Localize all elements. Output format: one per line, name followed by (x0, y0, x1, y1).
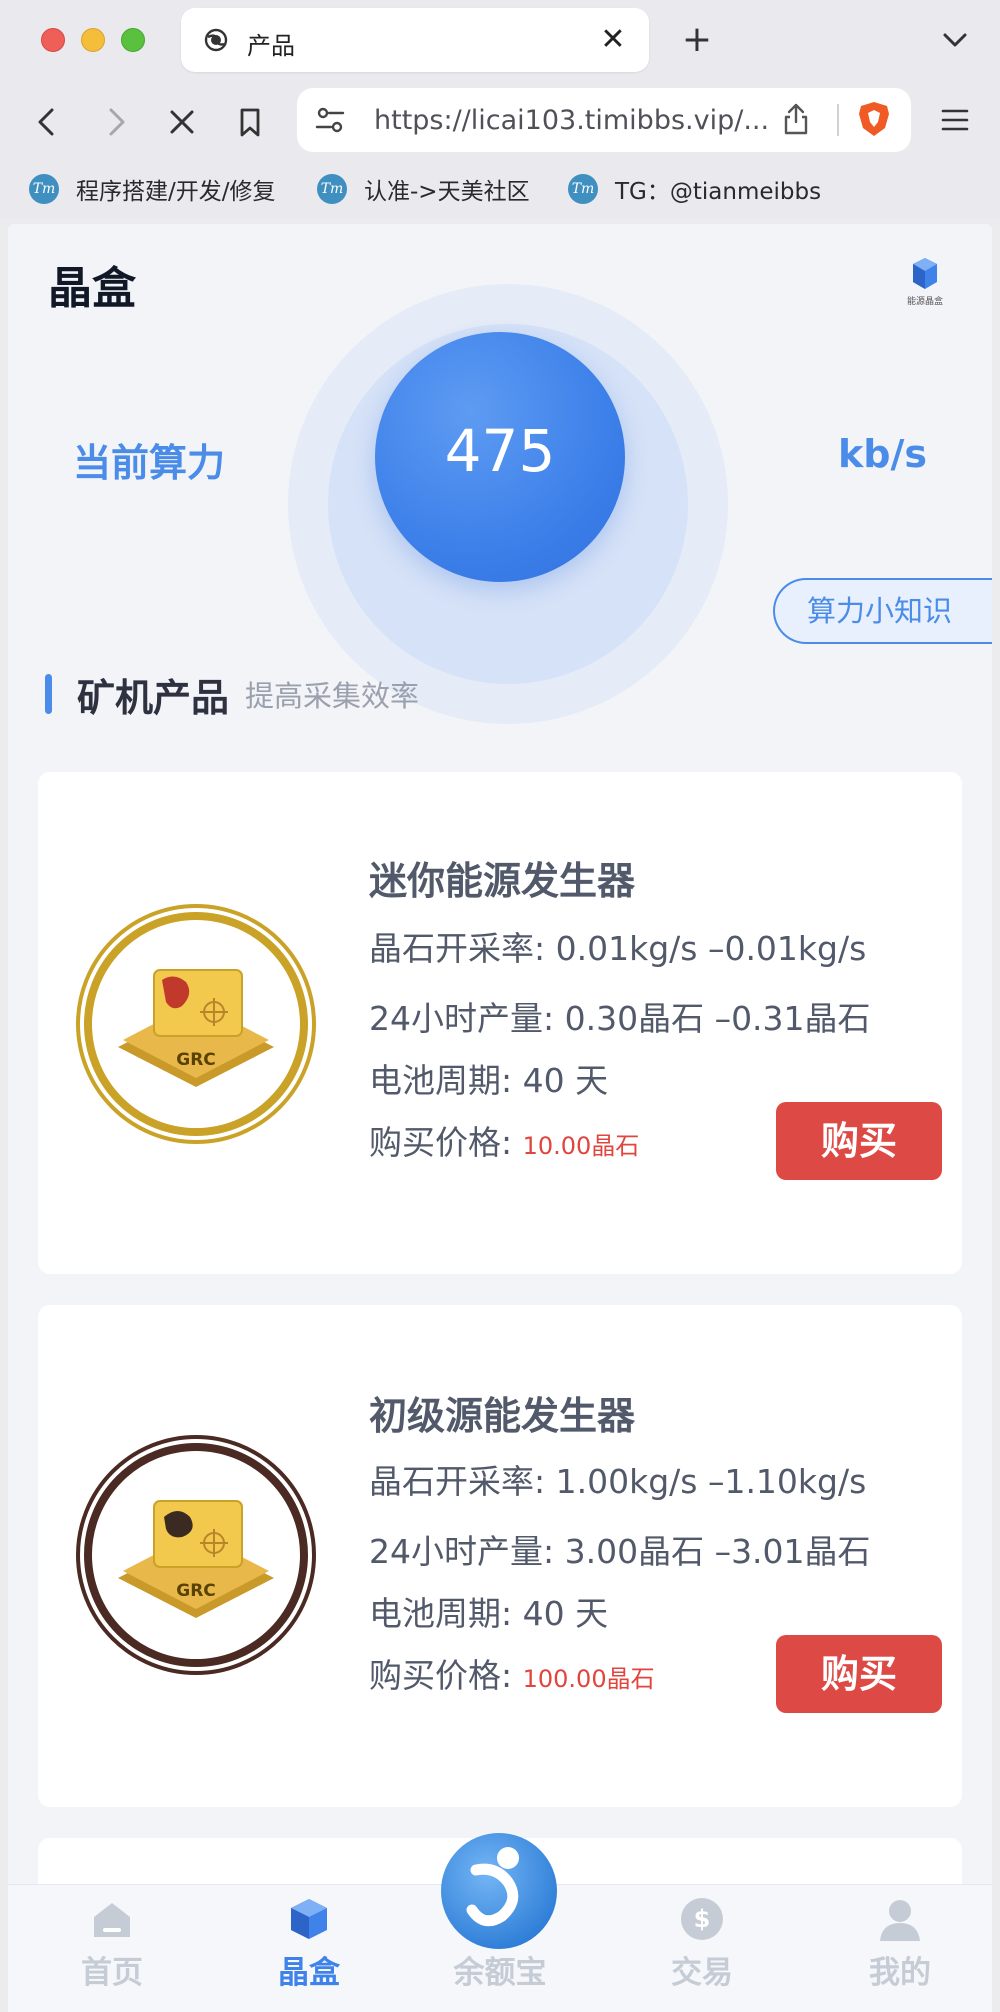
nav-trade[interactable]: $ 交易 (622, 1895, 782, 2005)
product-card: GRC 初级源能发生器 晶石开采率: 1.00kg/s –1.10kg/s 24… (38, 1305, 962, 1807)
daily-output: 24小时产量: 3.00晶石 –3.01晶石 (369, 1532, 871, 1571)
section-accent-bar (45, 674, 52, 714)
nav-label: 晶盒 (278, 1955, 340, 1991)
battery-cycle: 电池周期: 40 天 (369, 1061, 609, 1100)
tab-bar: 产品 ✕ + (0, 0, 1000, 80)
daily-output: 24小时产量: 0.30晶石 –0.31晶石 (369, 999, 871, 1038)
url-text[interactable]: https://licai103.timibbs.vip/... (374, 105, 774, 136)
mining-rate: 晶石开采率: 0.01kg/s –0.01kg/s (369, 929, 867, 968)
home-icon (94, 1903, 130, 1937)
bookmark-label: 程序搭建/开发/修复 (76, 179, 276, 205)
new-tab-button[interactable]: + (677, 18, 717, 62)
stop-loading-icon[interactable] (162, 102, 202, 142)
zoom-window-button[interactable] (121, 28, 145, 52)
power-value: 475 (444, 417, 556, 485)
wallet-logo-icon[interactable] (438, 1830, 560, 1952)
tm-logo-icon: Tm (317, 174, 347, 204)
bookmarks-bar: Tm 程序搭建/开发/修复 Tm 认准->天美社区 Tm TG：@tianmei… (0, 162, 1000, 218)
brave-shield-icon[interactable] (857, 100, 891, 138)
divider (837, 104, 839, 136)
price-value: 10.00晶石 (522, 1132, 640, 1160)
forward-icon[interactable] (95, 102, 135, 142)
hamburger-menu-icon[interactable] (940, 106, 970, 134)
page-title: 晶盒 (48, 263, 136, 314)
nav-label: 交易 (671, 1955, 733, 1991)
power-unit: kb/s (838, 432, 927, 476)
bookmark-item-3[interactable]: Tm TG：@tianmeibbs (568, 172, 821, 206)
nav-label: 我的 (869, 1955, 931, 1991)
browser-window: 产品 ✕ + https://licai103.timibbs.vip/... … (0, 0, 1000, 2012)
buy-button[interactable]: 购买 (776, 1102, 942, 1180)
power-knowledge-button[interactable]: 算力小知识 (773, 578, 992, 644)
tm-logo-icon: Tm (29, 174, 59, 204)
tm-logo-icon: Tm (568, 174, 598, 204)
toolbar: https://licai103.timibbs.vip/... (0, 80, 1000, 162)
section-header: 矿机产品 提高采集效率 (45, 670, 420, 720)
price-label: 购买价格: (369, 1656, 523, 1695)
bookmark-item-2[interactable]: Tm 认准->天美社区 (317, 172, 530, 206)
bookmark-label: 认准->天美社区 (364, 179, 530, 205)
grc-badge-icon: GRC (76, 1435, 316, 1675)
dollar-icon: $ (681, 1898, 723, 1940)
nav-label: 首页 (81, 1955, 143, 1991)
nav-home[interactable]: 首页 (32, 1895, 192, 2005)
minimize-window-button[interactable] (81, 28, 105, 52)
price-row: 购买价格: 10.00晶石 (369, 1116, 639, 1164)
cube-logo-icon (913, 258, 937, 289)
tab-title: 产品 (247, 32, 295, 60)
badge-text: GRC (176, 1581, 216, 1601)
product-name: 初级源能发生器 (369, 1394, 636, 1438)
bookmark-label: TG：@tianmeibbs (615, 179, 822, 205)
share-icon[interactable] (781, 102, 811, 136)
logo-text: 能源晶盒 (906, 297, 943, 307)
tab-product[interactable]: 产品 ✕ (181, 8, 649, 72)
battery-cycle: 电池周期: 40 天 (369, 1594, 609, 1633)
price-row: 购买价格: 100.00晶石 (369, 1649, 655, 1697)
price-value: 100.00晶石 (522, 1665, 655, 1693)
product-name: 迷你能源发生器 (369, 859, 636, 903)
tab-close-icon[interactable]: ✕ (593, 20, 633, 60)
user-icon (880, 1900, 920, 1941)
address-bar[interactable]: https://licai103.timibbs.vip/... (297, 88, 911, 152)
cube-icon (291, 1899, 327, 1939)
nav-label: 余额宝 (453, 1955, 547, 1991)
mining-rate: 晶石开采率: 1.00kg/s –1.10kg/s (369, 1462, 867, 1501)
badge-text: GRC (176, 1050, 216, 1070)
svg-text:$: $ (694, 1905, 711, 1933)
grc-badge-icon: GRC (76, 904, 316, 1144)
close-window-button[interactable] (41, 28, 65, 52)
section-title: 矿机产品 (77, 675, 230, 720)
power-label: 当前算力 (73, 441, 226, 485)
price-label: 购买价格: (369, 1123, 523, 1162)
loading-globe-icon (204, 28, 228, 52)
section-subtitle: 提高采集效率 (245, 679, 420, 713)
bookmark-icon[interactable] (230, 102, 270, 142)
chevron-down-icon[interactable] (939, 22, 971, 58)
nav-crystal-box[interactable]: 晶盒 (229, 1895, 389, 2005)
site-settings-icon[interactable] (315, 106, 345, 134)
bookmark-item-1[interactable]: Tm 程序搭建/开发/修复 (29, 172, 276, 206)
power-orb: 475 (375, 332, 625, 582)
back-icon[interactable] (28, 102, 68, 142)
buy-button[interactable]: 购买 (776, 1635, 942, 1713)
page-content: 晶盒 能源晶盒 当前算力 475 kb/s 算力小知识 矿机产品 提高采集效率 (8, 224, 992, 2012)
product-card: GRC 迷你能源发生器 晶石开采率: 0.01kg/s –0.01kg/s 24… (38, 772, 962, 1274)
app-logo: 能源晶盒 (900, 256, 950, 312)
nav-mine[interactable]: 我的 (820, 1895, 980, 2005)
